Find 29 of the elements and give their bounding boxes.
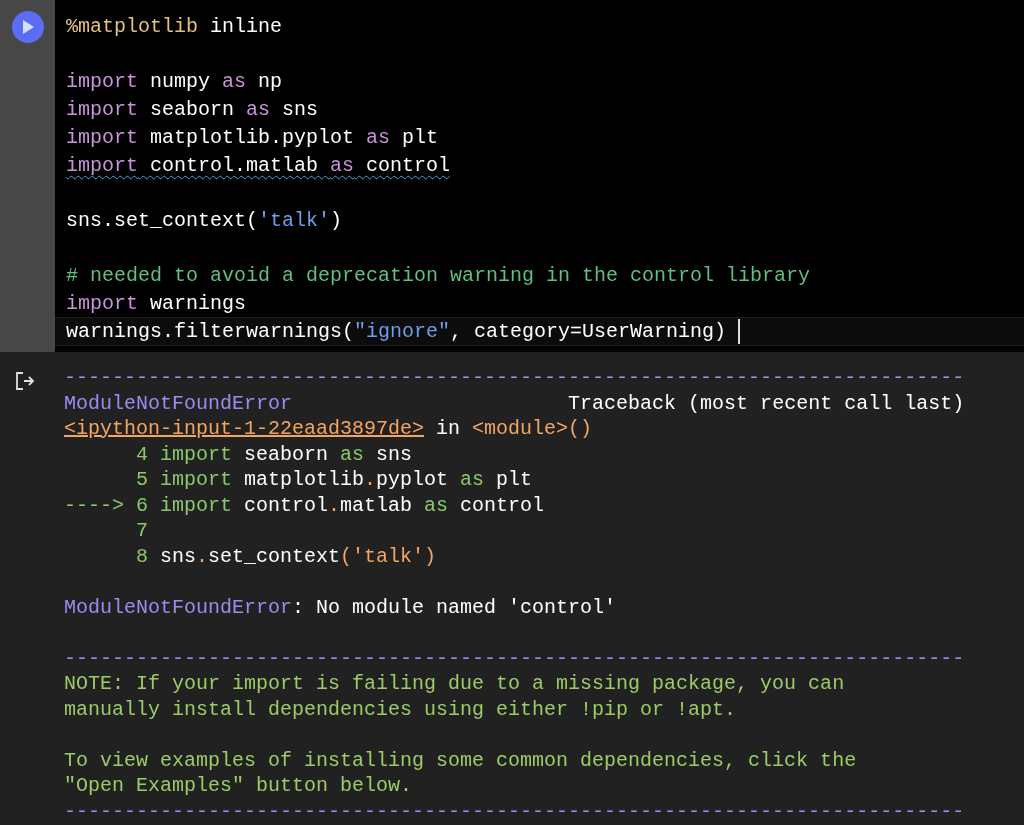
- code-line: warnings.filterwarnings("ignore", category=UserWarning): [66, 319, 727, 345]
- output-line: ---------------------------------------------------------------------------: [64, 798, 966, 824]
- play-icon: [21, 20, 34, 34]
- output-line: ---------------------------------------------------------------------------: [64, 645, 966, 671]
- output-line: ModuleNotFoundError: No module named 'control': [64, 594, 618, 620]
- output-line: "Open Examples" button below.: [64, 773, 414, 799]
- output-line: 8 sns.set_context('talk'): [135, 543, 438, 569]
- code-line: import control.matlab as control: [66, 153, 451, 179]
- text-cursor: [738, 319, 741, 344]
- code-line: import matplotlib.pyplot as plt: [66, 125, 439, 151]
- code-line: import warnings: [66, 291, 247, 317]
- code-line: sns.set_context('talk'): [66, 208, 343, 234]
- output-line: ---------------------------------------------------------------------------: [64, 365, 966, 391]
- output-line: 4 import seaborn as sns: [135, 441, 414, 467]
- output-line: manually install dependencies using either !pip or !apt.: [64, 696, 738, 722]
- run-button[interactable]: [11, 11, 44, 43]
- output-arrow-icon[interactable]: [15, 371, 35, 391]
- code-line: import numpy as np: [66, 69, 283, 95]
- output-line: <ipython-input-1-22eaad3897de> in <module>(): [64, 416, 594, 442]
- output-line: To view examples of installing some common dependencies, click the: [64, 747, 858, 773]
- code-line: # needed to avoid a deprecation warning in the control library: [66, 263, 811, 289]
- output-line: ModuleNotFoundError Traceback (most recent call last): [64, 390, 966, 416]
- code-line: %matplotlib inline: [66, 14, 283, 40]
- code-editor[interactable]: [55, 0, 1024, 352]
- output-line: NOTE: If your import is failing due to a missing package, you can: [64, 671, 846, 697]
- output-line: ----> 6 import control.matlab as control: [64, 492, 546, 518]
- output-line: 7: [135, 518, 149, 544]
- output-line: 5 import matplotlib.pyplot as plt: [135, 467, 534, 493]
- code-line: import seaborn as sns: [66, 97, 319, 123]
